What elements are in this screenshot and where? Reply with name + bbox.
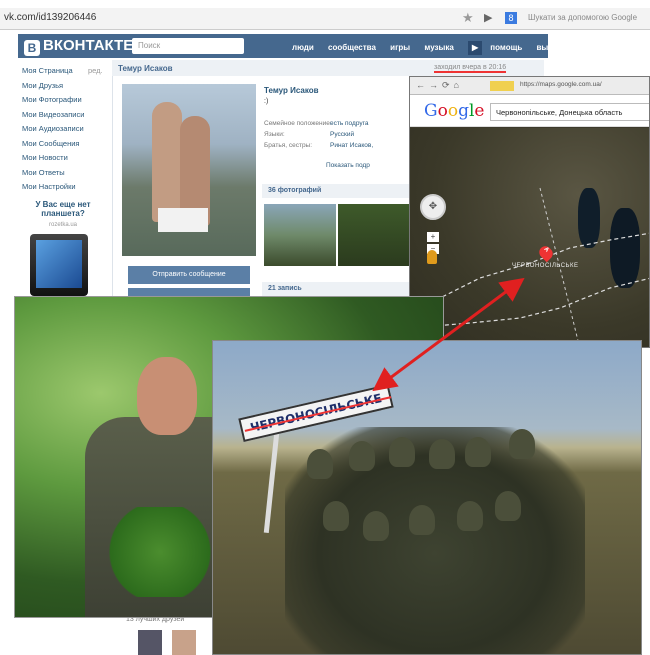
vk-logo-text: ВКОНТАКТЕ — [43, 37, 134, 54]
info-label: Семейное положение: — [264, 120, 332, 127]
sidebar-item-answers[interactable]: Мои Ответы — [22, 168, 108, 183]
sidebar-item-photos[interactable]: Мои Фотографии — [22, 95, 108, 110]
sidebar-item-friends[interactable]: Мои Друзья — [22, 81, 108, 96]
sidebar-item-settings[interactable]: Мои Настройки — [22, 182, 108, 197]
profile-name: Темур Исаков — [264, 86, 319, 95]
sidebar-item-videos[interactable]: Мои Видеозаписи — [22, 110, 108, 125]
sidebar-item-messages[interactable]: Мои Сообщения — [22, 139, 108, 154]
profile-status: :) — [264, 98, 269, 105]
avatar-person-man — [152, 102, 182, 222]
info-value[interactable]: Русский — [330, 131, 354, 138]
map-terrain[interactable]: ✥ + − — [410, 128, 649, 347]
promo-title[interactable]: У Вас еще нет планшета? — [26, 200, 100, 218]
vk-sidebar: Моя Страница Мои Друзья Мои Фотографии М… — [22, 66, 108, 197]
last-online-status: заходил вчера в 20:16 — [434, 64, 507, 73]
soldier-head — [137, 357, 197, 435]
photo-thumbnail[interactable] — [264, 204, 336, 266]
soldier-helmet — [307, 449, 333, 479]
foreground-leaves — [105, 507, 215, 597]
soldier-helmet — [349, 441, 375, 471]
photo-thumbnail[interactable] — [338, 204, 410, 266]
info-row-siblings: Братья, сестры: Ринат Исаков, — [264, 142, 373, 153]
map-search-input[interactable]: Червонопільське, Донецька область — [490, 103, 649, 121]
friend-avatar[interactable] — [138, 630, 162, 655]
soldier-helmet — [389, 437, 415, 467]
vk-logo-icon: В — [24, 40, 40, 56]
browser-nav-icons[interactable]: ←→⟳⌂ — [416, 80, 463, 91]
promo-url[interactable]: rozetka.ua — [26, 222, 100, 228]
soldier-helmet — [409, 505, 435, 535]
group-photo: ЧЕРВОНОСІЛЬСЬКЕ — [212, 340, 642, 655]
info-row-languages: Языки: Русский — [264, 131, 373, 142]
google-logo[interactable]: Google — [424, 101, 484, 121]
photos-header[interactable]: 36 фотографий — [262, 184, 412, 198]
profile-info: Семейное положение:есть подруга Языки: Ру… — [264, 120, 373, 153]
vk-search-input[interactable]: Поиск — [132, 38, 244, 54]
posts-header[interactable]: 21 запись — [262, 282, 412, 296]
soldier-helmet — [465, 437, 491, 467]
map-roads — [410, 187, 649, 347]
sidebar-edit-link[interactable]: ред. — [88, 66, 103, 75]
browser-search-field[interactable]: Шукати за допомогою Google — [528, 13, 637, 22]
forward-icon[interactable]: ▶ — [484, 11, 492, 24]
bookmark-star-icon[interactable]: ★ — [462, 10, 474, 26]
soldier-helmet — [495, 491, 521, 521]
page-title: Темур Исаков — [118, 64, 173, 73]
google-search-engine-icon[interactable]: 8 — [505, 12, 517, 24]
info-row-relationship: Семейное положение:есть подруга — [264, 120, 373, 131]
info-value[interactable]: есть подруга — [330, 120, 368, 127]
info-value[interactable]: Ринат Исаков, — [330, 142, 373, 149]
info-label: Языки: — [264, 131, 285, 138]
google-search-bar: Google Червонопільське, Донецька область — [410, 95, 649, 127]
nav-people[interactable]: люди — [292, 43, 314, 52]
sidebar-item-news[interactable]: Мои Новости — [22, 153, 108, 168]
promo-tablet-image[interactable] — [30, 234, 88, 296]
friend-avatar[interactable] — [172, 630, 196, 655]
nav-games[interactable]: игры — [390, 43, 410, 52]
map-url[interactable]: https://maps.google.com.ua/ — [520, 81, 602, 88]
nav-logout[interactable]: выйти — [536, 43, 562, 52]
map-browser-toolbar: ←→⟳⌂ https://maps.google.com.ua/ — [410, 77, 649, 95]
nav-communities[interactable]: сообщества — [328, 43, 376, 52]
map-place-label: ЧЕРВОНОСІЛЬСЬКЕ — [512, 263, 579, 269]
info-label: Братья, сестры: — [264, 142, 313, 149]
nav-help[interactable]: помощь — [490, 43, 522, 52]
soldier-helmet — [509, 429, 535, 459]
sidebar-item-audio[interactable]: Мои Аудиозаписи — [22, 124, 108, 139]
soldier-helmet — [429, 439, 455, 469]
profile-avatar-photo[interactable] — [122, 84, 256, 256]
vk-logo[interactable]: В ВКОНТАКТЕ — [24, 37, 133, 56]
google-map-screenshot: ←→⟳⌂ https://maps.google.com.ua/ Google … — [409, 76, 650, 348]
address-url[interactable]: vk.com/id139206446 — [4, 12, 96, 23]
secure-lock-icon — [490, 81, 514, 91]
browser-address-bar[interactable]: vk.com/id139206446 ★ ▶ 8 Шукати за допом… — [0, 8, 650, 30]
music-play-icon[interactable]: ▶ — [468, 41, 483, 55]
tablet-screen — [36, 240, 82, 288]
soldier-helmet — [363, 511, 389, 541]
nav-music[interactable]: музыка — [424, 43, 453, 52]
soldier-helmet — [323, 501, 349, 531]
vk-header: В ВКОНТАКТЕ Поиск люди сообщества игры му… — [18, 34, 562, 58]
vk-top-nav: люди сообщества игры музыка ▶ помощь вый… — [292, 41, 574, 55]
sign-post — [263, 433, 280, 533]
show-more-link[interactable]: Показать подр — [326, 162, 370, 169]
avatar-shorts — [158, 208, 208, 232]
send-message-button[interactable]: Отправить сообщение — [128, 266, 250, 284]
soldier-helmet — [457, 501, 483, 531]
